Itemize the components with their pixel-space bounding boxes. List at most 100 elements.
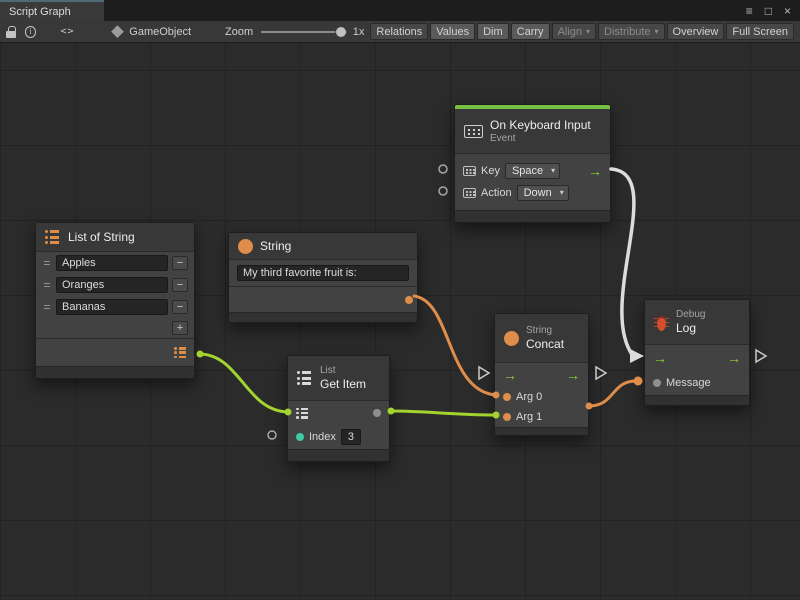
gameobject-icon bbox=[111, 25, 124, 38]
node-category: Debug bbox=[676, 309, 705, 320]
node-header: List Get Item bbox=[288, 356, 389, 400]
item-output-port[interactable] bbox=[373, 409, 381, 417]
list-item-field[interactable]: Apples bbox=[56, 255, 168, 271]
maximize-icon[interactable]: □ bbox=[765, 4, 772, 18]
graph-toolbar: i <> GameObject Zoom 1x Relations Values… bbox=[0, 21, 800, 43]
dim-button[interactable]: Dim bbox=[477, 23, 509, 40]
action-dropdown[interactable]: Down bbox=[517, 185, 569, 201]
wire-endpoint bbox=[197, 351, 204, 358]
menu-icon[interactable]: ≡ bbox=[746, 4, 753, 18]
node-get-item[interactable]: List Get Item Index 3 bbox=[287, 355, 390, 462]
index-field[interactable]: 3 bbox=[341, 429, 361, 445]
flow-in-port-icon[interactable]: → bbox=[503, 368, 517, 382]
code-icon[interactable]: <> bbox=[60, 26, 74, 37]
wire-getitem-to-concat bbox=[391, 411, 496, 415]
flow-hint-triangle[interactable] bbox=[479, 367, 489, 379]
index-label: Index bbox=[309, 431, 336, 443]
list-output-port-icon[interactable] bbox=[174, 347, 187, 358]
remove-item-button[interactable]: − bbox=[172, 256, 188, 270]
node-header: String Concat bbox=[495, 314, 588, 362]
remove-item-button[interactable]: − bbox=[172, 278, 188, 292]
zoom-label: Zoom bbox=[225, 26, 253, 38]
node-title: On Keyboard Input bbox=[490, 118, 591, 132]
key-dropdown[interactable]: Space bbox=[505, 163, 560, 179]
gameobject-label[interactable]: GameObject bbox=[129, 26, 191, 38]
flow-out-port-icon[interactable]: → bbox=[566, 368, 580, 382]
drag-handle-icon[interactable]: = bbox=[42, 278, 52, 292]
string-output-port[interactable] bbox=[405, 296, 413, 304]
node-debug-log[interactable]: Debug Log → → Message bbox=[644, 299, 750, 406]
key-port-icon bbox=[463, 166, 476, 176]
arg1-input-port[interactable] bbox=[503, 413, 511, 421]
node-header: On Keyboard Input Event bbox=[455, 109, 610, 153]
list-item-row: = Bananas − bbox=[36, 296, 194, 318]
arg0-input-port[interactable] bbox=[503, 393, 511, 401]
relations-button[interactable]: Relations bbox=[370, 23, 428, 40]
unconnected-port-ring[interactable] bbox=[439, 187, 447, 195]
info-letter: i bbox=[30, 27, 32, 36]
carry-button[interactable]: Carry bbox=[511, 23, 550, 40]
wire-endpoint bbox=[634, 377, 643, 386]
distribute-dropdown-button[interactable]: Distribute bbox=[598, 23, 664, 40]
node-footer bbox=[495, 427, 588, 435]
wire-flow-keyboard-to-log bbox=[611, 169, 634, 356]
node-footer bbox=[229, 312, 417, 322]
graph-canvas[interactable]: On Keyboard Input Event Key Space → Acti… bbox=[0, 43, 800, 600]
list-icon bbox=[45, 230, 61, 244]
bug-icon bbox=[654, 315, 669, 330]
unconnected-port-ring[interactable] bbox=[439, 165, 447, 173]
index-input-port[interactable] bbox=[296, 433, 304, 441]
unconnected-port-ring[interactable] bbox=[268, 431, 276, 439]
flow-out-port-icon[interactable]: → bbox=[588, 164, 602, 178]
keyboard-icon bbox=[464, 125, 483, 138]
node-footer bbox=[288, 449, 389, 461]
flow-hint-triangle[interactable] bbox=[596, 367, 606, 379]
node-on-keyboard-input[interactable]: On Keyboard Input Event Key Space → Acti… bbox=[454, 104, 611, 223]
arg0-label: Arg 0 bbox=[516, 391, 542, 403]
list-icon bbox=[297, 371, 313, 385]
node-title: Log bbox=[676, 321, 705, 335]
zoom-slider-knob[interactable] bbox=[336, 27, 346, 37]
zoom-value: 1x bbox=[353, 26, 365, 38]
list-item-field[interactable]: Oranges bbox=[56, 277, 168, 293]
list-item-row: = Apples − bbox=[36, 252, 194, 274]
node-list-of-string[interactable]: List of String = Apples − = Oranges − = … bbox=[35, 222, 195, 379]
lock-icon[interactable] bbox=[6, 26, 16, 38]
window-tab-bar: Script Graph ≡ □ × bbox=[0, 0, 800, 21]
node-category: List bbox=[320, 365, 366, 376]
key-label: Key bbox=[481, 165, 500, 177]
info-icon[interactable]: i bbox=[25, 26, 37, 38]
values-button[interactable]: Values bbox=[430, 23, 475, 40]
wire-arrowhead bbox=[630, 349, 644, 363]
message-label: Message bbox=[666, 377, 711, 389]
node-footer bbox=[645, 395, 749, 405]
wire-concat-to-log bbox=[589, 381, 636, 406]
list-item-row: = Oranges − bbox=[36, 274, 194, 296]
unity-script-graph-window: { "window": { "tab_title": "Script Graph… bbox=[0, 0, 800, 600]
list-item-field[interactable]: Bananas bbox=[56, 299, 168, 315]
drag-handle-icon[interactable]: = bbox=[42, 256, 52, 270]
string-icon bbox=[504, 331, 519, 346]
node-footer bbox=[36, 366, 194, 378]
close-icon[interactable]: × bbox=[784, 4, 791, 18]
list-input-port-icon[interactable] bbox=[296, 408, 309, 419]
flow-in-port-icon[interactable]: → bbox=[653, 351, 667, 365]
zoom-slider[interactable] bbox=[261, 31, 347, 33]
overview-button[interactable]: Overview bbox=[667, 23, 725, 40]
node-title: String bbox=[260, 239, 291, 253]
tab-script-graph[interactable]: Script Graph bbox=[0, 0, 104, 21]
flow-out-port-icon[interactable]: → bbox=[727, 351, 741, 365]
align-dropdown-button[interactable]: Align bbox=[552, 23, 596, 40]
add-item-button[interactable]: + bbox=[172, 321, 188, 335]
fullscreen-button[interactable]: Full Screen bbox=[726, 23, 794, 40]
node-header: List of String bbox=[36, 223, 194, 251]
remove-item-button[interactable]: − bbox=[172, 300, 188, 314]
node-string-literal[interactable]: String My third favorite fruit is: bbox=[228, 232, 418, 323]
arg1-label: Arg 1 bbox=[516, 411, 542, 423]
drag-handle-icon[interactable]: = bbox=[42, 300, 52, 314]
flow-hint-triangle[interactable] bbox=[756, 350, 766, 362]
string-value-field[interactable]: My third favorite fruit is: bbox=[237, 265, 409, 281]
message-input-port[interactable] bbox=[653, 379, 661, 387]
zoom-slider-fill bbox=[261, 31, 335, 33]
node-concat[interactable]: String Concat → → Arg 0 Arg 1 bbox=[494, 313, 589, 436]
